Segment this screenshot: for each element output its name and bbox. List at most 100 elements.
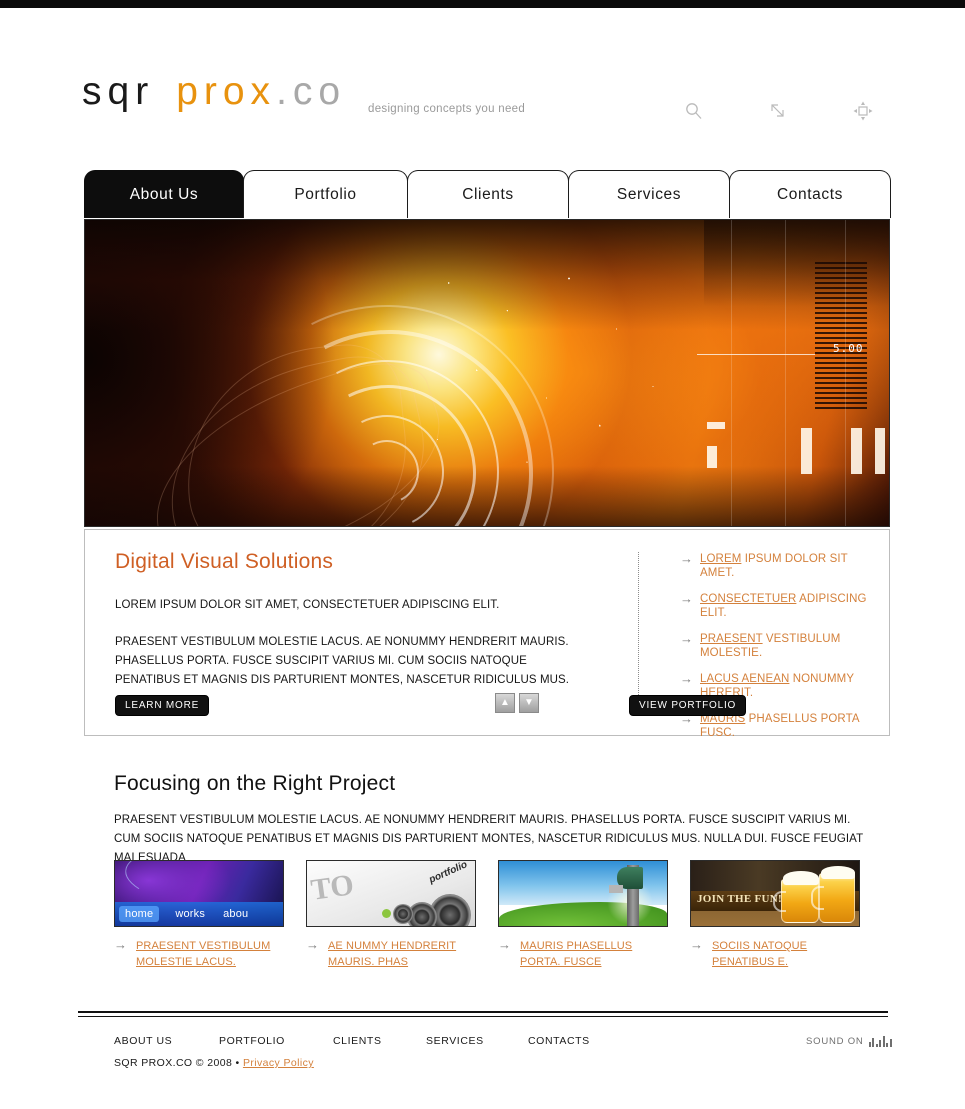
list-item[interactable]: → CONSECTETUER ADIPISCING ELIT. xyxy=(680,592,870,620)
tab-clients[interactable]: Clients xyxy=(407,170,569,218)
thumbnail-website[interactable]: home works abou xyxy=(114,860,284,927)
header-icon-group xyxy=(0,100,965,124)
intro-panel: Digital Visual Solutions LOREM IPSUM DOL… xyxy=(84,529,890,739)
thumb-nav-works: works xyxy=(175,908,206,920)
card-caption[interactable]: → PRAESENT VESTIBULUM MOLESTIE LACUS. xyxy=(114,938,284,970)
intro-link-0-head: LOREM xyxy=(700,553,742,565)
sound-toggle[interactable]: SOUND ON xyxy=(806,1036,892,1047)
arrow-icon: → xyxy=(680,631,694,646)
copyright-text: SQR PROX.CO © 2008 • xyxy=(114,1057,243,1069)
intro-link-2[interactable]: PRAESENT VESTIBULUM MOLESTIE. xyxy=(700,632,870,660)
project-card[interactable]: → MAURIS PHASELLUS PORTA. FUSCE xyxy=(498,860,668,970)
intro-paragraph-1: LOREM IPSUM DOLOR SIT AMET, CONSECTETUER… xyxy=(115,599,500,611)
hud-chip-1 xyxy=(707,422,725,429)
footer-link-about-us[interactable]: ABOUT US xyxy=(114,1035,172,1047)
hud-rule xyxy=(697,354,815,355)
card-link[interactable]: AE NUMMY HENDRERIT MAURIS. PHAS xyxy=(328,938,476,970)
thumb-speaker-3 xyxy=(393,904,413,924)
project-card[interactable]: JOIN THE FUN! → SOCIIS NATOQUE PENATIBUS… xyxy=(690,860,860,970)
scroll-down-button[interactable]: ▼ xyxy=(519,693,539,713)
thumb-beer-foam-1 xyxy=(783,871,819,885)
privacy-policy-link[interactable]: Privacy Policy xyxy=(243,1057,314,1069)
card-link[interactable]: PRAESENT VESTIBULUM MOLESTIE LACUS. xyxy=(136,938,284,970)
page-root: sqr prox.co designing concepts you need A… xyxy=(0,10,965,1069)
card-caption[interactable]: → AE NUMMY HENDRERIT MAURIS. PHAS xyxy=(306,938,476,970)
arrow-icon: → xyxy=(114,937,127,952)
thumbnail-landscape[interactable] xyxy=(498,860,668,927)
thumb-nav-about: abou xyxy=(223,908,249,920)
intro-link-0[interactable]: LOREM IPSUM DOLOR SIT AMET. xyxy=(700,552,870,580)
hud-guide-3 xyxy=(845,220,846,526)
copyright-line: SQR PROX.CO © 2008 • Privacy Policy xyxy=(114,1057,314,1069)
card-link[interactable]: SOCIIS NATOQUE PENATIBUS E. xyxy=(712,938,860,970)
arrow-icon: → xyxy=(690,937,703,952)
focus-title: Focusing on the Right Project xyxy=(114,772,396,795)
footer-link-portfolio[interactable]: PORTFOLIO xyxy=(219,1035,285,1047)
tab-services[interactable]: Services xyxy=(568,170,730,218)
project-card[interactable]: TO portfolio → AE NUMMY HENDRERIT MAURIS… xyxy=(306,860,476,970)
hud-bar-2 xyxy=(851,428,862,474)
thumb-nav: home works abou xyxy=(115,902,283,926)
sound-label: SOUND ON xyxy=(806,1036,864,1047)
thumbnail-portfolio[interactable]: TO portfolio xyxy=(306,860,476,927)
intro-link-4[interactable]: MAURIS PHASELLUS PORTA FUSC. xyxy=(700,712,870,740)
thumb-beer-foam-2 xyxy=(821,866,855,879)
equalizer-icon xyxy=(868,1036,892,1047)
scroll-controls: ▲ ▼ xyxy=(495,693,539,713)
arrow-icon: → xyxy=(306,937,319,952)
learn-more-wrap: LEARN MORE xyxy=(115,695,210,716)
hud-guide-2 xyxy=(785,220,786,526)
list-item[interactable]: → LOREM IPSUM DOLOR SIT AMET. xyxy=(680,552,870,580)
intro-link-2-head: PRAESENT xyxy=(700,633,763,645)
thumb-to-text: TO xyxy=(308,868,356,907)
card-caption[interactable]: → SOCIIS NATOQUE PENATIBUS E. xyxy=(690,938,860,970)
view-portfolio-wrap: VIEW PORTFOLIO xyxy=(629,695,747,716)
intro-left-column: Digital Visual Solutions LOREM IPSUM DOL… xyxy=(115,550,570,690)
move-icon[interactable] xyxy=(852,100,874,122)
project-card[interactable]: home works abou → PRAESENT VESTIBULUM MO… xyxy=(114,860,284,970)
intro-link-3-head: LACUS AENEAN xyxy=(700,673,790,685)
resize-icon[interactable] xyxy=(767,100,789,122)
card-link[interactable]: MAURIS PHASELLUS PORTA. FUSCE xyxy=(520,938,668,970)
footer-link-contacts[interactable]: CONTACTS xyxy=(528,1035,590,1047)
main-navigation: About Us Portfolio Clients Services Cont… xyxy=(84,170,892,220)
thumb-green-dot xyxy=(382,909,391,918)
search-icon[interactable] xyxy=(683,100,705,122)
list-item[interactable]: → MAURIS PHASELLUS PORTA FUSC. xyxy=(680,712,870,740)
thumb-beer-mug-2 xyxy=(811,873,855,923)
intro-title: Digital Visual Solutions xyxy=(115,550,334,573)
footer-divider xyxy=(78,1011,888,1017)
card-caption[interactable]: → MAURIS PHASELLUS PORTA. FUSCE xyxy=(498,938,668,970)
scroll-up-button[interactable]: ▲ xyxy=(495,693,515,713)
footer-link-clients[interactable]: CLIENTS xyxy=(333,1035,382,1047)
arrow-icon: → xyxy=(680,551,694,566)
intro-link-list: → LOREM IPSUM DOLOR SIT AMET. → CONSECTE… xyxy=(680,552,870,752)
footer-link-services[interactable]: SERVICES xyxy=(426,1035,484,1047)
arrow-icon: → xyxy=(680,671,694,686)
hud-bar-3 xyxy=(875,428,885,474)
thumb-nav-home: home xyxy=(119,906,160,922)
view-portfolio-button[interactable]: VIEW PORTFOLIO xyxy=(629,695,747,716)
intro-link-1-head: CONSECTETUER xyxy=(700,593,797,605)
hud-bar-1 xyxy=(801,428,812,474)
intro-link-1[interactable]: CONSECTETUER ADIPISCING ELIT. xyxy=(700,592,870,620)
hud-text-block xyxy=(815,262,867,412)
hud-chip-2 xyxy=(707,446,717,468)
thumb-banner-text: JOIN THE FUN! xyxy=(697,893,782,905)
list-item[interactable]: → PRAESENT VESTIBULUM MOLESTIE. xyxy=(680,632,870,660)
thumbnail-beer-banner[interactable]: JOIN THE FUN! xyxy=(690,860,860,927)
arrow-icon: → xyxy=(498,937,511,952)
arrow-icon: → xyxy=(680,591,694,606)
tab-contacts[interactable]: Contacts xyxy=(729,170,891,218)
tab-portfolio[interactable]: Portfolio xyxy=(243,170,408,218)
top-black-bar xyxy=(0,0,965,10)
intro-paragraph-2: PRAESENT VESTIBULUM MOLESTIE LACUS. AE N… xyxy=(115,636,570,686)
column-divider xyxy=(638,552,640,715)
tab-about-us[interactable]: About Us xyxy=(84,170,244,218)
thumb-mailbox-flag xyxy=(609,885,623,893)
learn-more-button[interactable]: LEARN MORE xyxy=(115,695,210,716)
hud-guide-1 xyxy=(731,220,732,526)
site-header: sqr prox.co designing concepts you need xyxy=(0,10,965,121)
hud-readout-value: 5.00 xyxy=(833,342,864,355)
hero-banner: 5.00 xyxy=(84,219,890,527)
